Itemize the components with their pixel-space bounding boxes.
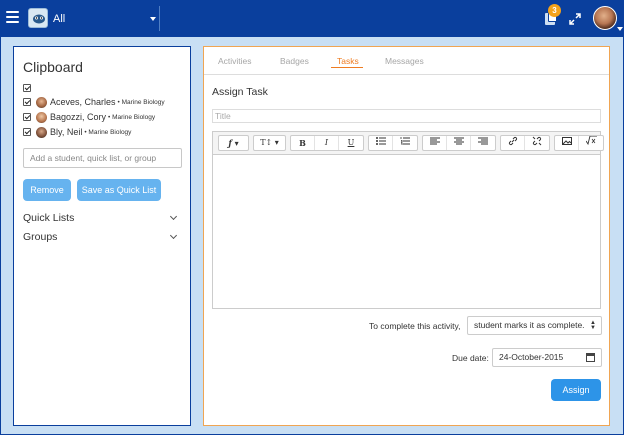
add-student-input[interactable]: Add a student, quick list, or group	[23, 148, 182, 168]
assign-button[interactable]: Assign	[551, 379, 601, 401]
divider	[159, 6, 160, 31]
main-area: Clipboard Aceves, Charles • Marine Biolo…	[0, 37, 624, 435]
font-size-button[interactable]: T↕ ▾	[253, 135, 286, 151]
calendar-icon[interactable]	[586, 353, 595, 362]
app-logo-icon[interactable]	[28, 8, 48, 28]
student-course: • Marine Biology	[117, 98, 165, 106]
chevron-down-icon[interactable]	[617, 27, 623, 31]
align-center-icon[interactable]	[447, 136, 471, 150]
insert-group	[554, 135, 604, 151]
complete-condition-label: To complete this activity,	[369, 321, 461, 331]
font-icon: ƒ	[228, 138, 232, 148]
remove-button[interactable]: Remove	[23, 179, 71, 201]
student-course: • Marine Biology	[108, 113, 156, 121]
student-name: Aceves, Charles	[50, 97, 116, 107]
underline-button[interactable]: U	[339, 136, 363, 150]
font-size-icon: T↕	[260, 138, 273, 147]
student-name: Bly, Neil	[50, 127, 83, 137]
tab-messages[interactable]: Messages	[385, 56, 424, 66]
select-arrows-icon: ▲ ▼	[590, 320, 596, 331]
complete-condition-select[interactable]: student marks it as complete. ▲ ▼	[467, 316, 602, 335]
equation-icon[interactable]	[579, 135, 603, 150]
avatar	[36, 111, 47, 123]
top-bar: All 3	[0, 0, 624, 37]
image-icon[interactable]	[555, 136, 579, 150]
rich-text-editor[interactable]: ƒ ▾ T↕ ▾ B I U	[212, 131, 604, 309]
title-input[interactable]: Title	[212, 109, 601, 123]
quick-lists-toggle[interactable]: Quick Lists	[23, 212, 182, 224]
groups-label: Groups	[23, 231, 58, 243]
active-tab-indicator	[331, 67, 363, 68]
align-left-icon[interactable]	[423, 136, 447, 150]
format-group: B I U	[290, 135, 364, 151]
font-button[interactable]: ƒ ▾	[218, 135, 249, 151]
link-icon[interactable]	[501, 136, 525, 150]
bold-button[interactable]: B	[291, 136, 315, 150]
scope-select[interactable]: All	[53, 10, 158, 28]
chevron-down-icon	[150, 17, 156, 21]
due-date-value: 24-October-2015	[499, 352, 564, 362]
list-group	[368, 135, 418, 151]
editor-toolbar: ƒ ▾ T↕ ▾ B I U	[213, 132, 604, 155]
link-group	[500, 135, 550, 151]
align-group	[422, 135, 496, 151]
list-item: Bly, Neil • Marine Biology	[23, 125, 131, 139]
chevron-down-icon	[169, 231, 178, 240]
groups-toggle[interactable]: Groups	[23, 231, 182, 243]
align-right-icon[interactable]	[471, 136, 495, 150]
user-avatar[interactable]	[593, 6, 617, 30]
student-name: Bagozzi, Cory	[50, 112, 107, 122]
expand-icon[interactable]	[569, 12, 581, 25]
clipboard-panel: Clipboard Aceves, Charles • Marine Biolo…	[13, 46, 191, 426]
italic-button[interactable]: I	[315, 136, 339, 150]
tab-badges[interactable]: Badges	[280, 56, 309, 66]
notification-count-badge: 3	[548, 4, 561, 17]
chevron-down-icon	[169, 212, 178, 221]
scope-select-value: All	[53, 13, 66, 25]
hamburger-menu-icon[interactable]	[6, 11, 19, 23]
avatar	[36, 126, 47, 138]
quick-lists-label: Quick Lists	[23, 212, 75, 224]
tab-tasks[interactable]: Tasks	[337, 56, 359, 66]
unlink-icon[interactable]	[525, 136, 549, 150]
select-all-checkbox[interactable]	[23, 84, 31, 92]
page-title: Assign Task	[212, 86, 268, 98]
clipboard-title: Clipboard	[23, 59, 83, 75]
numbered-list-icon[interactable]	[393, 136, 417, 150]
complete-condition-value: student marks it as complete.	[474, 320, 585, 330]
list-item: Bagozzi, Cory • Marine Biology	[23, 110, 155, 124]
tab-activities[interactable]: Activities	[218, 56, 252, 66]
save-quick-list-button[interactable]: Save as Quick List	[77, 179, 161, 201]
avatar	[36, 96, 47, 108]
task-panel: Activities Badges Tasks Messages Assign …	[203, 46, 610, 426]
bullet-list-icon[interactable]	[369, 136, 393, 150]
due-date-field[interactable]: 24-October-2015	[492, 348, 602, 367]
list-item: Aceves, Charles • Marine Biology	[23, 95, 165, 109]
tab-bar: Activities Badges Tasks Messages	[204, 47, 609, 75]
due-date-label: Due date:	[452, 353, 489, 363]
student-course: • Marine Biology	[84, 128, 132, 136]
